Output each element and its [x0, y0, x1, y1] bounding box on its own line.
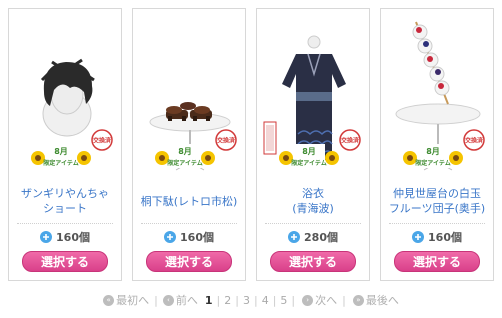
limited-badge: 8月 限定アイテム	[31, 144, 91, 168]
item-card[interactable]: 8月 限定アイテム 交換済 浴衣 (青海波) 280個 選択する	[256, 8, 370, 281]
stamp-text: 交換済	[341, 137, 360, 145]
double-left-chevron-icon: «	[103, 294, 115, 306]
item-name-line: 桐下駄(レトロ市松)	[140, 194, 238, 208]
item-card[interactable]: 8月 限定アイテム 交換済 桐下駄(レトロ市松) 160個 選択する	[132, 8, 246, 281]
separator: |	[154, 293, 158, 307]
item-name-line: フルーツ団子(奥手)	[388, 202, 486, 215]
limited-badge: 8月 限定アイテム	[403, 144, 463, 168]
limited-badge: 8月 限定アイテム	[155, 144, 215, 168]
month-badge-text: 8月	[178, 147, 192, 156]
page-number[interactable]: 2	[224, 294, 231, 307]
divider	[17, 223, 113, 224]
item-name-line: 浴衣	[302, 187, 324, 200]
next-page-label: 次へ	[315, 294, 338, 307]
item-name-line: ショート	[43, 202, 87, 215]
left-chevron-icon: ‹	[162, 294, 174, 306]
price-value: 160個	[180, 231, 214, 244]
item-price: 280個	[257, 226, 369, 248]
separator: |	[253, 293, 258, 307]
prev-page-label: 前へ	[175, 294, 198, 307]
item-name[interactable]: 浴衣 (青海波)	[263, 179, 363, 223]
item-grid: 8月 限定アイテム 交換済 ザンギリやんちゃ ショート 160個 選択する 8月…	[8, 8, 494, 283]
stamp-text: 交換済	[465, 137, 484, 145]
price-value: 280個	[304, 231, 338, 244]
limited-badge-text: 限定アイテム	[291, 159, 326, 167]
page-number[interactable]: 4	[262, 294, 269, 307]
separator: |	[342, 293, 346, 307]
page-number-current: 1	[204, 293, 213, 307]
stamp-text: 交換済	[217, 137, 236, 145]
separator: |	[216, 293, 221, 307]
separator: |	[235, 293, 239, 307]
select-button[interactable]: 選択する	[146, 251, 232, 272]
item-price: 160個	[133, 226, 245, 248]
double-right-chevron-icon: »	[352, 294, 364, 306]
next-page-link[interactable]: › 次へ	[300, 292, 337, 308]
right-chevron-icon: ›	[302, 294, 314, 306]
exchanged-stamp: 交換済	[339, 129, 361, 151]
price-value: 160個	[428, 231, 462, 244]
item-name-line: 仲見世屋台の白玉	[393, 187, 481, 200]
item-price: 160個	[9, 226, 121, 248]
divider	[265, 223, 361, 224]
first-page-link[interactable]: « 最初へ	[103, 292, 149, 308]
item-name-line: ザンギリやんちゃ	[21, 187, 109, 200]
stamp-text: 交換済	[93, 137, 112, 145]
item-name[interactable]: ザンギリやんちゃ ショート	[15, 179, 115, 223]
exchanged-stamp: 交換済	[91, 129, 113, 151]
plus-circle-icon	[40, 231, 53, 243]
item-name-line: (青海波)	[292, 202, 334, 215]
prev-page-link[interactable]: ‹ 前へ	[162, 292, 198, 308]
exchanged-stamp: 交換済	[215, 129, 237, 151]
limited-badge: 8月 限定アイテム	[279, 144, 339, 168]
item-card[interactable]: 8月 限定アイテム 交換済 ザンギリやんちゃ ショート 160個 選択する	[8, 8, 122, 281]
select-button[interactable]: 選択する	[270, 251, 356, 272]
month-badge-text: 8月	[302, 147, 316, 156]
exchanged-stamp: 交換済	[463, 129, 485, 151]
item-card[interactable]: 8月 限定アイテム 交換済 仲見世屋台の白玉 フルーツ団子(奥手) 160個 選択…	[380, 8, 494, 281]
page-number[interactable]: 3	[243, 294, 250, 307]
cool-tag-icon	[263, 121, 277, 155]
divider	[389, 223, 485, 224]
page-number[interactable]: 5	[280, 294, 287, 307]
plus-circle-icon	[412, 231, 425, 243]
limited-badge-text: 限定アイテム	[43, 159, 78, 167]
limited-badge-text: 限定アイテム	[415, 159, 450, 167]
separator: |	[291, 293, 296, 307]
last-page-label: 最後へ	[365, 294, 399, 307]
month-badge-text: 8月	[54, 147, 68, 156]
plus-circle-icon	[288, 231, 301, 243]
separator: |	[272, 293, 277, 307]
pagination: « 最初へ | ‹ 前へ 1 | 2 | 3 | 4 | 5 | › 次へ | …	[0, 292, 502, 308]
item-price: 160個	[381, 226, 493, 248]
select-button[interactable]: 選択する	[22, 251, 108, 272]
month-badge-text: 8月	[426, 147, 440, 156]
first-page-label: 最初へ	[116, 294, 150, 307]
select-button[interactable]: 選択する	[394, 251, 480, 272]
item-name[interactable]: 仲見世屋台の白玉 フルーツ団子(奥手)	[387, 179, 487, 223]
divider	[141, 223, 237, 224]
last-page-link[interactable]: » 最後へ	[351, 292, 399, 308]
price-value: 160個	[56, 231, 90, 244]
plus-circle-icon	[164, 231, 177, 243]
item-name[interactable]: 桐下駄(レトロ市松)	[139, 179, 239, 223]
limited-badge-text: 限定アイテム	[167, 159, 202, 167]
